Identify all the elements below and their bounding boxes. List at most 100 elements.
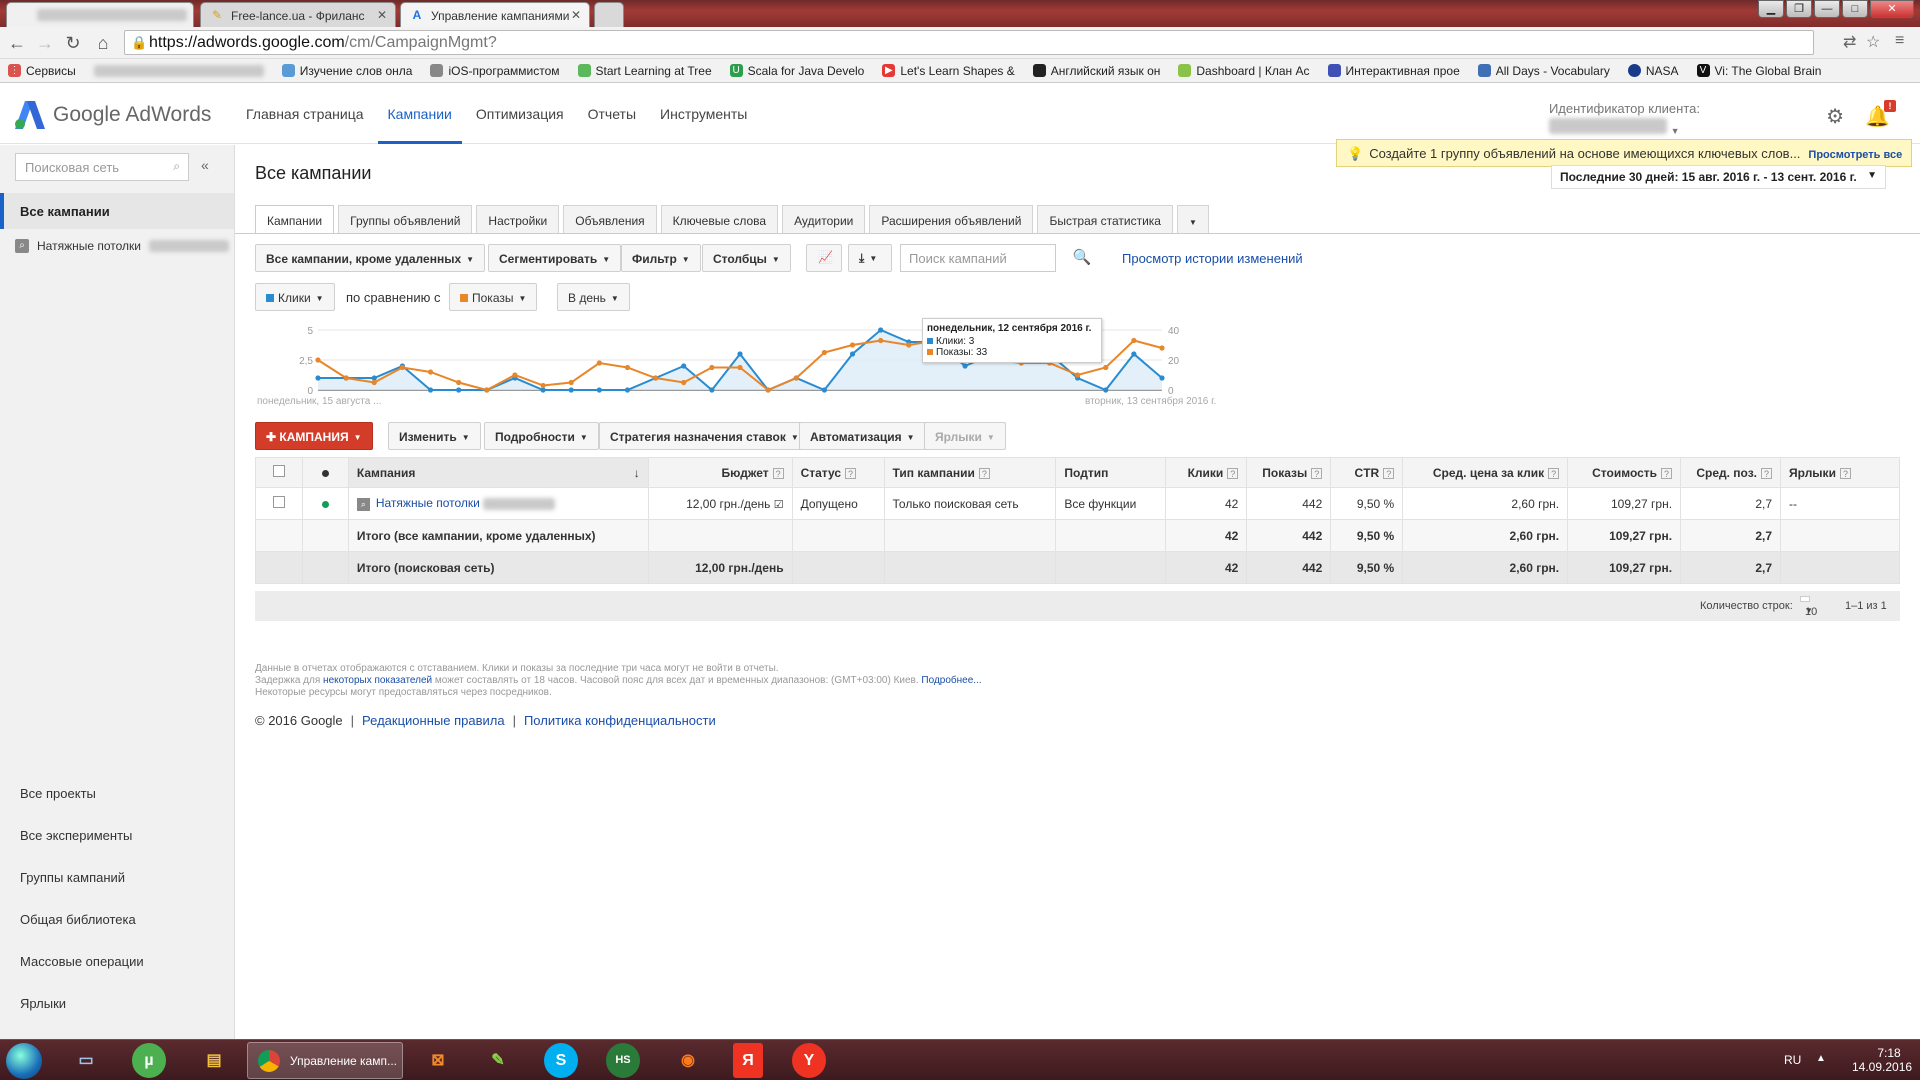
sidebar-item-shared-library[interactable]: Общая библиотека bbox=[20, 912, 144, 954]
some-metrics-link[interactable]: некоторых показателей bbox=[323, 675, 432, 686]
sidebar-item-all-projects[interactable]: Все проекты bbox=[20, 786, 144, 828]
bookmark-item[interactable]: V Vi: The Global Brain bbox=[1696, 64, 1821, 78]
hotspot-shield-icon[interactable]: HS bbox=[606, 1043, 640, 1078]
help-icon[interactable]: ? bbox=[1661, 467, 1673, 479]
column-header-impressions[interactable]: Показы? bbox=[1246, 457, 1332, 488]
client-id[interactable]: Идентификатор клиента: ▼ bbox=[1548, 101, 1700, 137]
campaign-filter-dropdown[interactable]: Все кампании, кроме удаленных ▼ bbox=[255, 244, 486, 272]
minimize-icon[interactable]: ▁ bbox=[1758, 0, 1784, 18]
language-indicator[interactable]: RU bbox=[1784, 1053, 1801, 1067]
filter-dropdown[interactable]: Фильтр ▼ bbox=[621, 244, 701, 272]
xampp-icon[interactable]: ⊠ bbox=[414, 1043, 462, 1078]
sidebar-item-campaign[interactable]: ⌕ Натяжные потолки bbox=[15, 239, 229, 253]
campaign-search-input[interactable]: Поиск кампаний bbox=[900, 244, 1056, 272]
privacy-policy-link[interactable]: Политика конфиденциальности bbox=[524, 713, 716, 728]
tab-ads[interactable]: Объявления bbox=[563, 205, 657, 233]
close-window-icon[interactable]: ✕ bbox=[1870, 0, 1914, 18]
column-header-avg-position[interactable]: Сред. поз.? bbox=[1680, 457, 1782, 488]
minimize-window-icon[interactable]: — bbox=[1814, 0, 1840, 18]
bookmark-item[interactable]: Интерактивная прое bbox=[1327, 64, 1460, 78]
date-range-selector[interactable]: Последние 30 дней: 15 авг. 2016 г. - 13 … bbox=[1551, 165, 1886, 189]
tabs-more-dropdown[interactable]: ▼ bbox=[1176, 205, 1209, 233]
help-icon[interactable]: ? bbox=[1227, 467, 1239, 479]
sidebar-item-all-campaigns[interactable]: Все кампании bbox=[0, 193, 234, 229]
sidebar-item-campaign-groups[interactable]: Группы кампаний bbox=[20, 870, 144, 912]
help-icon[interactable]: ? bbox=[1548, 467, 1560, 479]
column-header-cost[interactable]: Стоимость? bbox=[1567, 457, 1682, 488]
tab-ad-extensions[interactable]: Расширения объявлений bbox=[869, 205, 1034, 233]
back-arrow-icon[interactable]: ← bbox=[6, 32, 28, 54]
select-all-checkbox[interactable] bbox=[272, 465, 285, 477]
home-icon[interactable]: ⌂ bbox=[92, 32, 114, 54]
folder-icon[interactable]: ▤ bbox=[190, 1043, 238, 1078]
row-checkbox[interactable] bbox=[272, 496, 285, 508]
yandex-browser-icon[interactable]: Y bbox=[792, 1043, 826, 1078]
tab-close-icon[interactable]: ✕ bbox=[377, 8, 387, 22]
columns-dropdown[interactable]: Столбцы ▼ bbox=[702, 244, 791, 272]
download-dropdown[interactable]: ⤓ ▼ bbox=[848, 244, 892, 272]
bookmark-item[interactable]: NASA bbox=[1627, 64, 1679, 78]
skype-icon[interactable]: S bbox=[544, 1043, 578, 1078]
nav-home[interactable]: Главная страница bbox=[236, 84, 374, 144]
metric1-dropdown[interactable]: Клики ▼ bbox=[255, 283, 335, 311]
tab-ad-groups[interactable]: Группы объявлений bbox=[338, 205, 473, 233]
tab-settings[interactable]: Настройки bbox=[476, 205, 560, 233]
tab-campaigns[interactable]: Кампании bbox=[255, 205, 335, 234]
new-tab-button[interactable] bbox=[594, 2, 624, 27]
tray-expand-icon[interactable]: ▲ bbox=[1816, 1053, 1826, 1064]
bookmark-item[interactable]: iOS-программистом bbox=[430, 64, 560, 78]
maximize-icon[interactable]: □ bbox=[1842, 0, 1868, 18]
bid-strategy-dropdown[interactable]: Стратегия назначения ставок ▼ bbox=[599, 422, 810, 450]
column-header-clicks[interactable]: Клики? bbox=[1165, 457, 1248, 488]
help-icon[interactable]: ? bbox=[1383, 467, 1395, 479]
segment-dropdown[interactable]: Сегментировать ▼ bbox=[488, 244, 622, 272]
bookmark-item[interactable]: Dashboard | Клан Ас bbox=[1178, 64, 1310, 78]
bookmark-item[interactable]: All Days - Vocabulary bbox=[1477, 64, 1610, 78]
change-history-link[interactable]: Просмотр истории изменений bbox=[1122, 251, 1303, 266]
nav-campaigns[interactable]: Кампании bbox=[377, 84, 462, 144]
metric2-dropdown[interactable]: Показы ▼ bbox=[449, 283, 538, 311]
help-icon[interactable]: ? bbox=[1311, 467, 1323, 479]
address-bar[interactable]: 🔒 https://adwords.google.com/cm/Campaign… bbox=[124, 30, 1814, 55]
restore-icon[interactable]: ❐ bbox=[1786, 0, 1812, 18]
browser-tab-adwords[interactable]: A Управление кампаниями ✕ bbox=[400, 2, 590, 27]
promo-view-all-link[interactable]: Просмотреть все bbox=[1808, 149, 1902, 161]
menu-icon[interactable]: ≡ bbox=[1895, 32, 1904, 50]
learn-more-link[interactable]: Подробнее... bbox=[921, 675, 981, 686]
column-header-budget[interactable]: Бюджет? bbox=[647, 457, 793, 488]
sidebar-item-bulk-operations[interactable]: Массовые операции bbox=[20, 954, 144, 996]
bookmark-star-icon[interactable]: ☆ bbox=[1866, 32, 1880, 52]
rows-per-page-select[interactable]: 10 ▼ bbox=[1800, 596, 1817, 618]
firefox-icon[interactable]: ◉ bbox=[664, 1043, 712, 1078]
taskbar-chrome-window[interactable]: Управление камп... bbox=[247, 1042, 403, 1079]
nav-optimization[interactable]: Оптимизация bbox=[466, 84, 574, 144]
column-header-labels[interactable]: Ярлыки? bbox=[1780, 457, 1900, 488]
help-icon[interactable]: ? bbox=[1761, 467, 1773, 479]
nav-tools[interactable]: Инструменты bbox=[650, 84, 757, 144]
automation-dropdown[interactable]: Автоматизация ▼ bbox=[799, 422, 926, 450]
browser-tab-freelance[interactable]: ✎ Free-lance.ua - Фриланс ✕ bbox=[200, 2, 396, 27]
bookmark-item[interactable]: ▶ Let's Learn Shapes & bbox=[882, 64, 1015, 78]
tab-keywords[interactable]: Ключевые слова bbox=[660, 205, 779, 233]
tab-audiences[interactable]: Аудитории bbox=[782, 205, 866, 233]
sidebar-search-input[interactable]: Поисковая сеть ⌕ bbox=[15, 153, 189, 181]
edit-budget-icon[interactable]: ☑ bbox=[774, 499, 784, 511]
edit-dropdown[interactable]: Изменить ▼ bbox=[388, 422, 481, 450]
adwords-logo[interactable]: Google AdWords bbox=[15, 101, 211, 129]
granularity-dropdown[interactable]: В день ▼ bbox=[557, 283, 630, 311]
utorrent-icon[interactable]: µ bbox=[132, 1043, 166, 1078]
bookmark-item[interactable]: Изучение слов онла bbox=[281, 64, 412, 78]
details-dropdown[interactable]: Подробности ▼ bbox=[484, 422, 599, 450]
campaign-link[interactable]: Натяжные потолки bbox=[376, 496, 480, 510]
column-header-subtype[interactable]: Подтип bbox=[1055, 457, 1167, 488]
sidebar-item-labels[interactable]: Ярлыки bbox=[20, 996, 144, 1038]
row-status-cell[interactable] bbox=[301, 487, 349, 520]
bookmark-item[interactable]: U Scala for Java Develo bbox=[729, 64, 864, 78]
column-header-campaign[interactable]: Кампания ↓ bbox=[347, 457, 649, 488]
column-header-campaign-type[interactable]: Тип кампании? bbox=[883, 457, 1057, 488]
column-header-avg-cpc[interactable]: Сред. цена за клик? bbox=[1402, 457, 1569, 488]
search-button[interactable]: 🔍 bbox=[1056, 244, 1108, 272]
help-icon[interactable]: ? bbox=[772, 467, 784, 479]
tab-quick-stats[interactable]: Быстрая статистика bbox=[1037, 205, 1173, 233]
yandex-icon[interactable]: Я bbox=[733, 1043, 763, 1078]
